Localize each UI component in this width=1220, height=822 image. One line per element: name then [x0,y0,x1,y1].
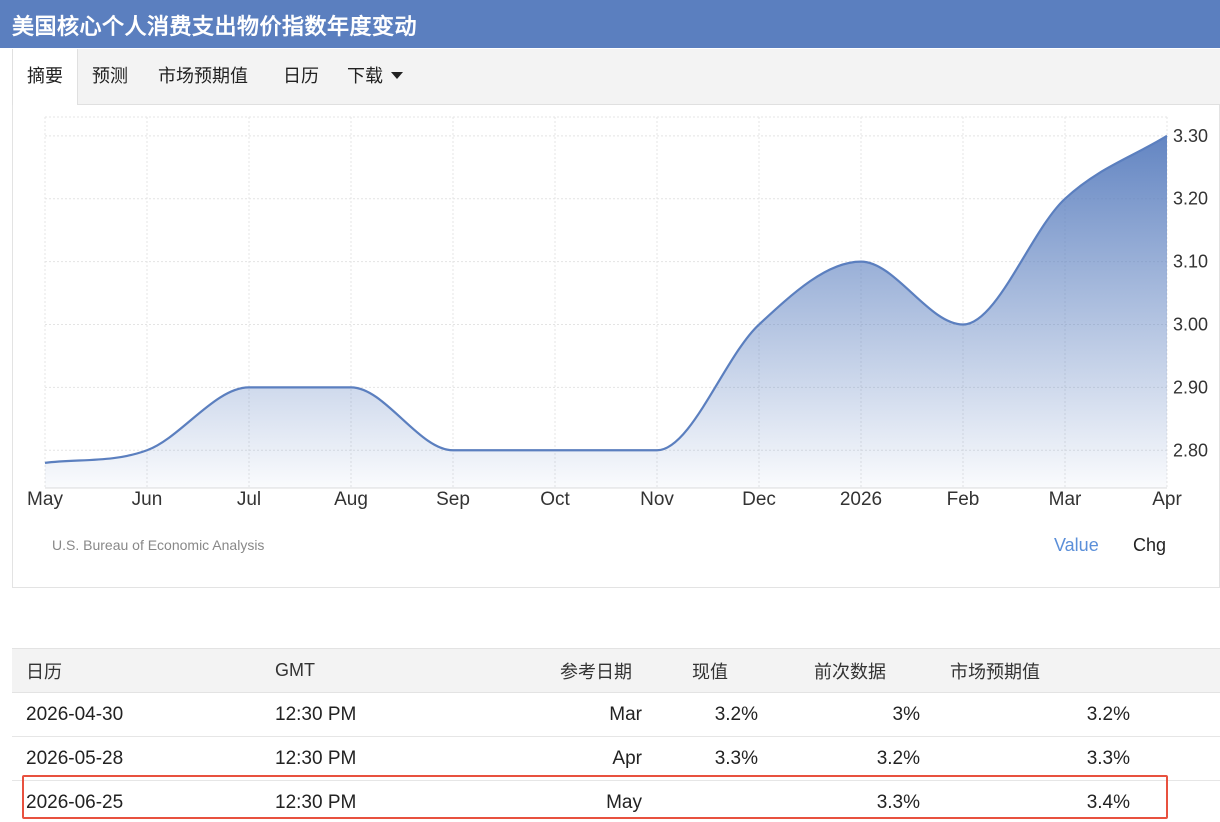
cell-date: 2026-05-28 [12,736,262,781]
change-toggle[interactable]: Chg [1133,535,1166,556]
tab-forecast[interactable]: 预测 [78,49,142,105]
data-point [655,448,659,452]
x-tick-label: Nov [640,489,674,510]
data-point [757,323,761,327]
cell-previous: 3.2% [758,736,920,781]
x-tick-label: May [27,489,63,510]
x-tick-label: Aug [334,489,368,510]
cell-reference: Mar [462,692,642,737]
cell-time: 12:30 PM [262,780,462,822]
table-row-highlighted: 2026-06-25 12:30 PM May 3.3% 3.4% [12,780,1220,822]
tab-bar: 摘要 预测 市场预期值 日历 下载 [12,49,1220,106]
cell-previous: 3.3% [758,780,920,822]
tab-summary[interactable]: 摘要 [12,49,78,106]
value-toggle[interactable]: Value [1054,535,1099,556]
column-header-gmt: GMT [262,648,462,693]
tab-calendar[interactable]: 日历 [269,49,333,105]
data-point [1165,134,1169,138]
tab-download[interactable]: 下载 [333,49,417,105]
x-tick-label: Sep [436,489,470,510]
cell-actual [642,780,758,822]
x-tick-label: Oct [540,489,570,510]
calendar-table: 日历 GMT 参考日期 现值 前次数据 市场预期值 2026-04-30 12:… [12,648,1220,822]
page-title: 美国核心个人消费支出物价指数年度变动 [12,15,418,40]
x-tick-label: Mar [1049,489,1082,510]
cell-actual: 3.3% [642,736,758,781]
column-header-consensus: 市场预期值 [920,648,1130,693]
cell-date: 2026-06-25 [12,780,262,822]
series-area [45,135,1167,488]
x-tick-label: Dec [742,489,776,510]
chevron-down-icon [391,71,403,79]
column-header-previous: 前次数据 [758,648,920,693]
data-point [43,461,47,465]
table-header-row: 日历 GMT 参考日期 现值 前次数据 市场预期值 [12,648,1220,693]
cell-actual: 3.2% [642,692,758,737]
table-row: 2026-04-30 12:30 PM Mar 3.2% 3% 3.2% [12,692,1220,737]
column-header-reference: 参考日期 [462,648,642,693]
cell-time: 12:30 PM [262,736,462,781]
tab-calendar-label: 日历 [283,66,319,87]
cell-reference: May [462,780,642,822]
data-point [961,323,965,327]
y-tick-label: 3.00 [1173,315,1208,335]
data-point [247,385,251,389]
data-point [553,448,557,452]
tab-forecast-label: 预测 [92,66,128,87]
data-point [1063,197,1067,201]
tab-consensus-label: 市场预期值 [158,66,248,87]
title-bar: 美国核心个人消费支出物价指数年度变动 [0,0,1220,48]
column-header-date: 日历 [12,648,262,693]
x-tick-label: Feb [947,489,980,510]
x-tick-label: 2026 [840,489,882,510]
cell-consensus: 3.2% [920,692,1130,737]
y-tick-label: 3.10 [1173,252,1208,272]
x-tick-label: Apr [1152,489,1182,510]
y-tick-label: 3.30 [1173,126,1208,146]
y-tick-label: 3.20 [1173,189,1208,209]
tab-download-label: 下载 [347,66,383,87]
tab-consensus[interactable]: 市场预期值 [144,49,262,105]
y-tick-label: 2.80 [1173,440,1208,460]
cell-date: 2026-04-30 [12,692,262,737]
chart-source: U.S. Bureau of Economic Analysis [52,537,265,553]
table-row: 2026-05-28 12:30 PM Apr 3.3% 3.2% 3.3% [12,736,1220,781]
cell-consensus: 3.4% [920,780,1130,822]
data-point [451,448,455,452]
data-point [349,385,353,389]
cell-consensus: 3.3% [920,736,1130,781]
tab-summary-label: 摘要 [27,66,63,87]
cell-previous: 3% [758,692,920,737]
cell-time: 12:30 PM [262,692,462,737]
chart-panel: 2.80 2.90 3.00 3.10 3.20 3.30 May Jun Jul Aug Sep O… [12,105,1220,588]
column-header-actual: 现值 [642,648,758,693]
data-point [145,448,149,452]
x-tick-label: Jun [132,489,163,510]
chart: 2.80 2.90 3.00 3.10 3.20 3.30 May Jun Jul Aug Sep O… [27,116,1208,510]
y-tick-label: 2.90 [1173,377,1208,397]
cell-reference: Apr [462,736,642,781]
x-tick-label: Jul [237,489,261,510]
data-point [859,260,863,264]
